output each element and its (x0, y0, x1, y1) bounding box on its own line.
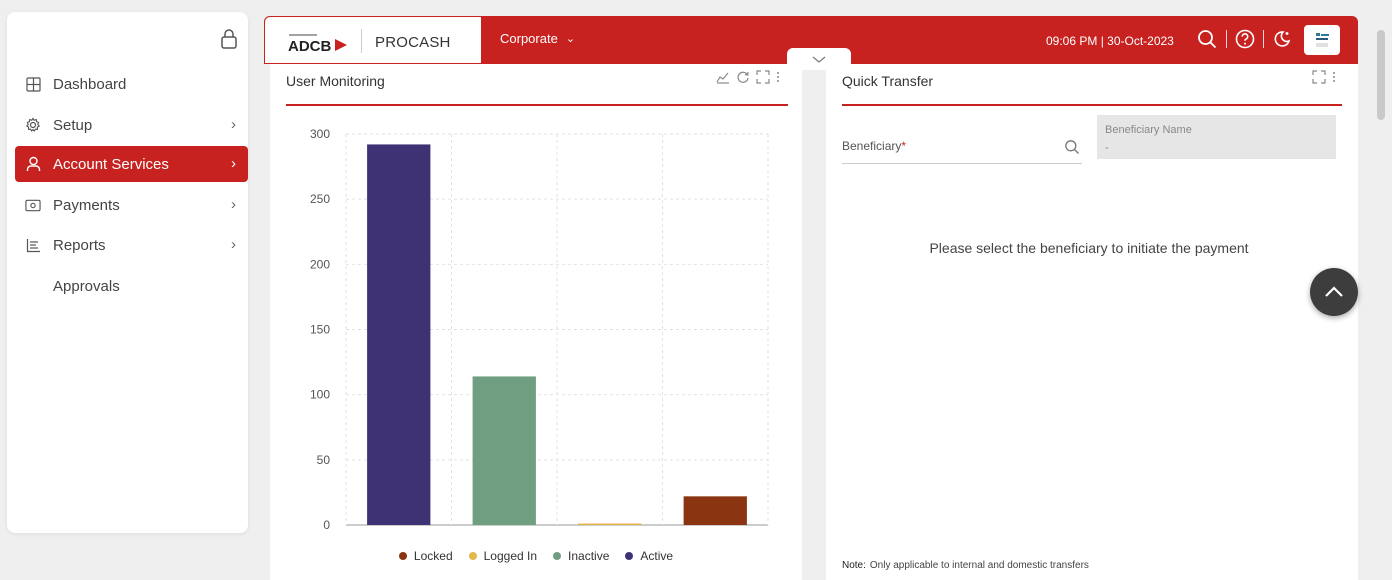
theme-toggle-icon[interactable] (1271, 28, 1293, 50)
panel-title: Quick Transfer (842, 73, 934, 89)
sidebar-item-payments[interactable]: Payments › (15, 187, 248, 223)
expand-icon[interactable] (1312, 70, 1326, 84)
entity-label: Corporate (500, 31, 558, 46)
dashboard-icon (25, 76, 41, 92)
legend-label: Active (640, 549, 674, 563)
datetime: 09:06 PM | 30-Oct-2023 (1046, 34, 1174, 48)
chevron-right-icon: › (231, 116, 236, 133)
beneficiary-field-underline (842, 163, 1082, 164)
empty-state-message: Please select the beneficiary to initiat… (929, 240, 1249, 256)
legend-item[interactable]: Logged In (468, 549, 538, 563)
beneficiary-label: Beneficiary (842, 139, 902, 153)
quick-transfer-panel: Quick Transfer Beneficiary* Beneficiary … (826, 64, 1358, 580)
header-divider (1263, 30, 1264, 48)
header-divider (1226, 30, 1227, 48)
chevron-right-icon: › (231, 236, 236, 253)
sidebar-item-label: Reports (53, 236, 106, 254)
y-tick-label: 250 (310, 192, 330, 206)
sidebar-item-account-services[interactable]: Account Services › (15, 146, 248, 182)
y-tick-label: 50 (317, 453, 331, 467)
y-tick-label: 200 (310, 257, 330, 271)
note-text: Only applicable to internal and domestic… (869, 560, 1089, 571)
panel-title-underline (842, 104, 1342, 106)
sidebar-item-reports[interactable]: Reports › (15, 227, 248, 263)
beneficiary-name-value: - (1105, 142, 1109, 154)
chevron-right-icon: › (231, 196, 236, 213)
note-label: Note: (842, 560, 866, 571)
empty-icon-slot (25, 278, 41, 294)
bar-inactive (472, 376, 536, 525)
page-scrollbar[interactable] (1377, 30, 1385, 120)
transfer-note: Note: Only applicable to internal and dom… (842, 560, 1089, 571)
y-tick-label: 100 (310, 388, 330, 402)
sidebar: Dashboard Setup › Account Services › Pay… (7, 12, 248, 533)
y-tick-label: 150 (310, 323, 330, 337)
legend-swatch (468, 552, 477, 560)
sidebar-item-approvals[interactable]: Approvals (15, 268, 248, 304)
bar-logged-in (578, 523, 642, 525)
search-icon[interactable] (1064, 139, 1080, 155)
reports-icon (25, 237, 41, 253)
sidebar-item-label: Payments (53, 196, 120, 214)
legend-label: Logged In (483, 549, 538, 563)
chevron-down-icon: ⌄ (565, 33, 576, 45)
svg-text:ADCB: ADCB (288, 38, 331, 55)
legend-item[interactable]: Inactive (553, 549, 609, 563)
payments-icon (25, 197, 41, 213)
sidebar-item-label: Dashboard (53, 75, 127, 93)
user-monitoring-panel: User Monitoring 0 50 100 150 200 250 300 Locke… (270, 64, 802, 580)
bar-locked (683, 496, 747, 525)
sidebar-item-dashboard[interactable]: Dashboard (15, 66, 248, 102)
y-tick-label: 0 (323, 518, 330, 532)
y-tick-label: 300 (310, 127, 330, 141)
lock-icon[interactable] (219, 28, 239, 50)
chart-legend: Locked Logged In Inactive Active (270, 549, 802, 563)
legend-item[interactable]: Active (625, 549, 673, 563)
user-monitoring-chart: 0 50 100 150 200 250 300 (310, 127, 769, 532)
entity-selector[interactable]: Corporate ⌄ (500, 31, 575, 46)
adcb-logo[interactable]: ADCB (287, 31, 351, 55)
beneficiary-name-field: Beneficiary Name - (1097, 115, 1336, 159)
sidebar-item-setup[interactable]: Setup › (15, 107, 248, 143)
brand-divider (361, 29, 362, 53)
chevron-up-icon (1325, 286, 1343, 297)
sidebar-item-label: Approvals (53, 277, 120, 295)
sidebar-item-label: Account Services (53, 155, 169, 173)
brand-box: ADCB PROCASH (264, 16, 482, 64)
scroll-to-top-button[interactable] (1310, 268, 1358, 316)
chevron-right-icon: › (231, 155, 236, 172)
user-icon (25, 156, 41, 172)
legend-swatch (553, 552, 562, 560)
beneficiary-field[interactable]: Beneficiary* (842, 139, 906, 153)
more-options-icon[interactable] (1332, 70, 1336, 84)
sidebar-item-label: Setup (53, 116, 93, 134)
avatar[interactable] (1304, 25, 1340, 55)
legend-swatch (625, 552, 634, 560)
help-icon[interactable] (1234, 28, 1256, 50)
legend-label: Locked (413, 549, 453, 563)
legend-swatch (398, 552, 407, 560)
bar-active (367, 144, 431, 525)
beneficiary-name-label: Beneficiary Name (1105, 124, 1192, 136)
legend-item[interactable]: Locked (398, 549, 453, 563)
required-mark: * (901, 139, 907, 153)
product-name: PROCASH (375, 34, 451, 51)
search-icon[interactable] (1196, 28, 1218, 50)
legend-label: Inactive (568, 549, 610, 563)
gear-icon (25, 117, 41, 133)
